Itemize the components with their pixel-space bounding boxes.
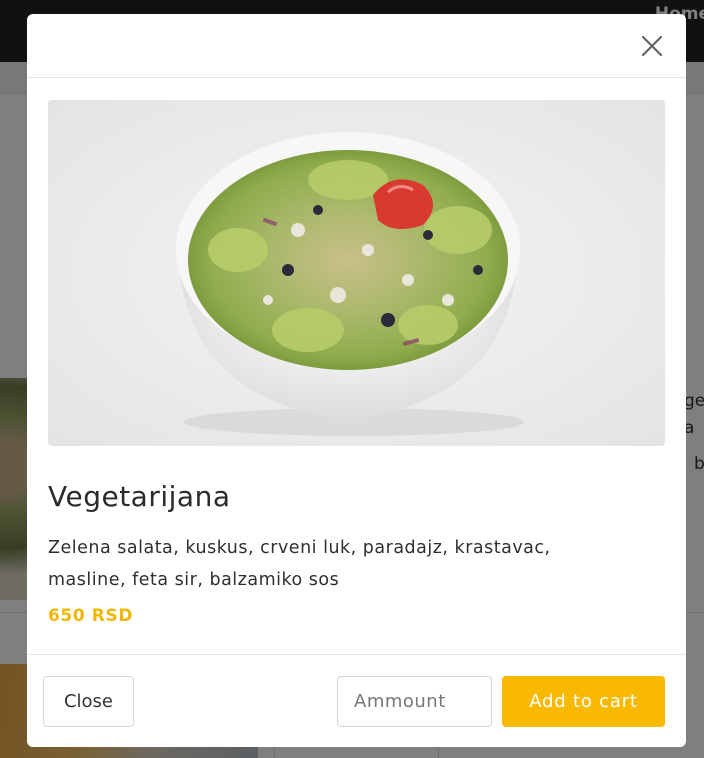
product-price: 650 RSD <box>48 606 134 626</box>
product-modal: Vegetarijana Zelena salata, kuskus, crve… <box>27 14 686 747</box>
add-to-cart-button[interactable]: Add to cart <box>502 676 665 727</box>
product-title: Vegetarijana <box>48 480 231 513</box>
amount-input[interactable] <box>337 676 492 727</box>
product-image <box>48 100 665 446</box>
product-description: Zelena salata, kuskus, crveni luk, parad… <box>48 538 551 590</box>
close-icon[interactable] <box>638 32 666 60</box>
close-button[interactable]: Close <box>43 676 134 727</box>
modal-header <box>27 14 686 78</box>
